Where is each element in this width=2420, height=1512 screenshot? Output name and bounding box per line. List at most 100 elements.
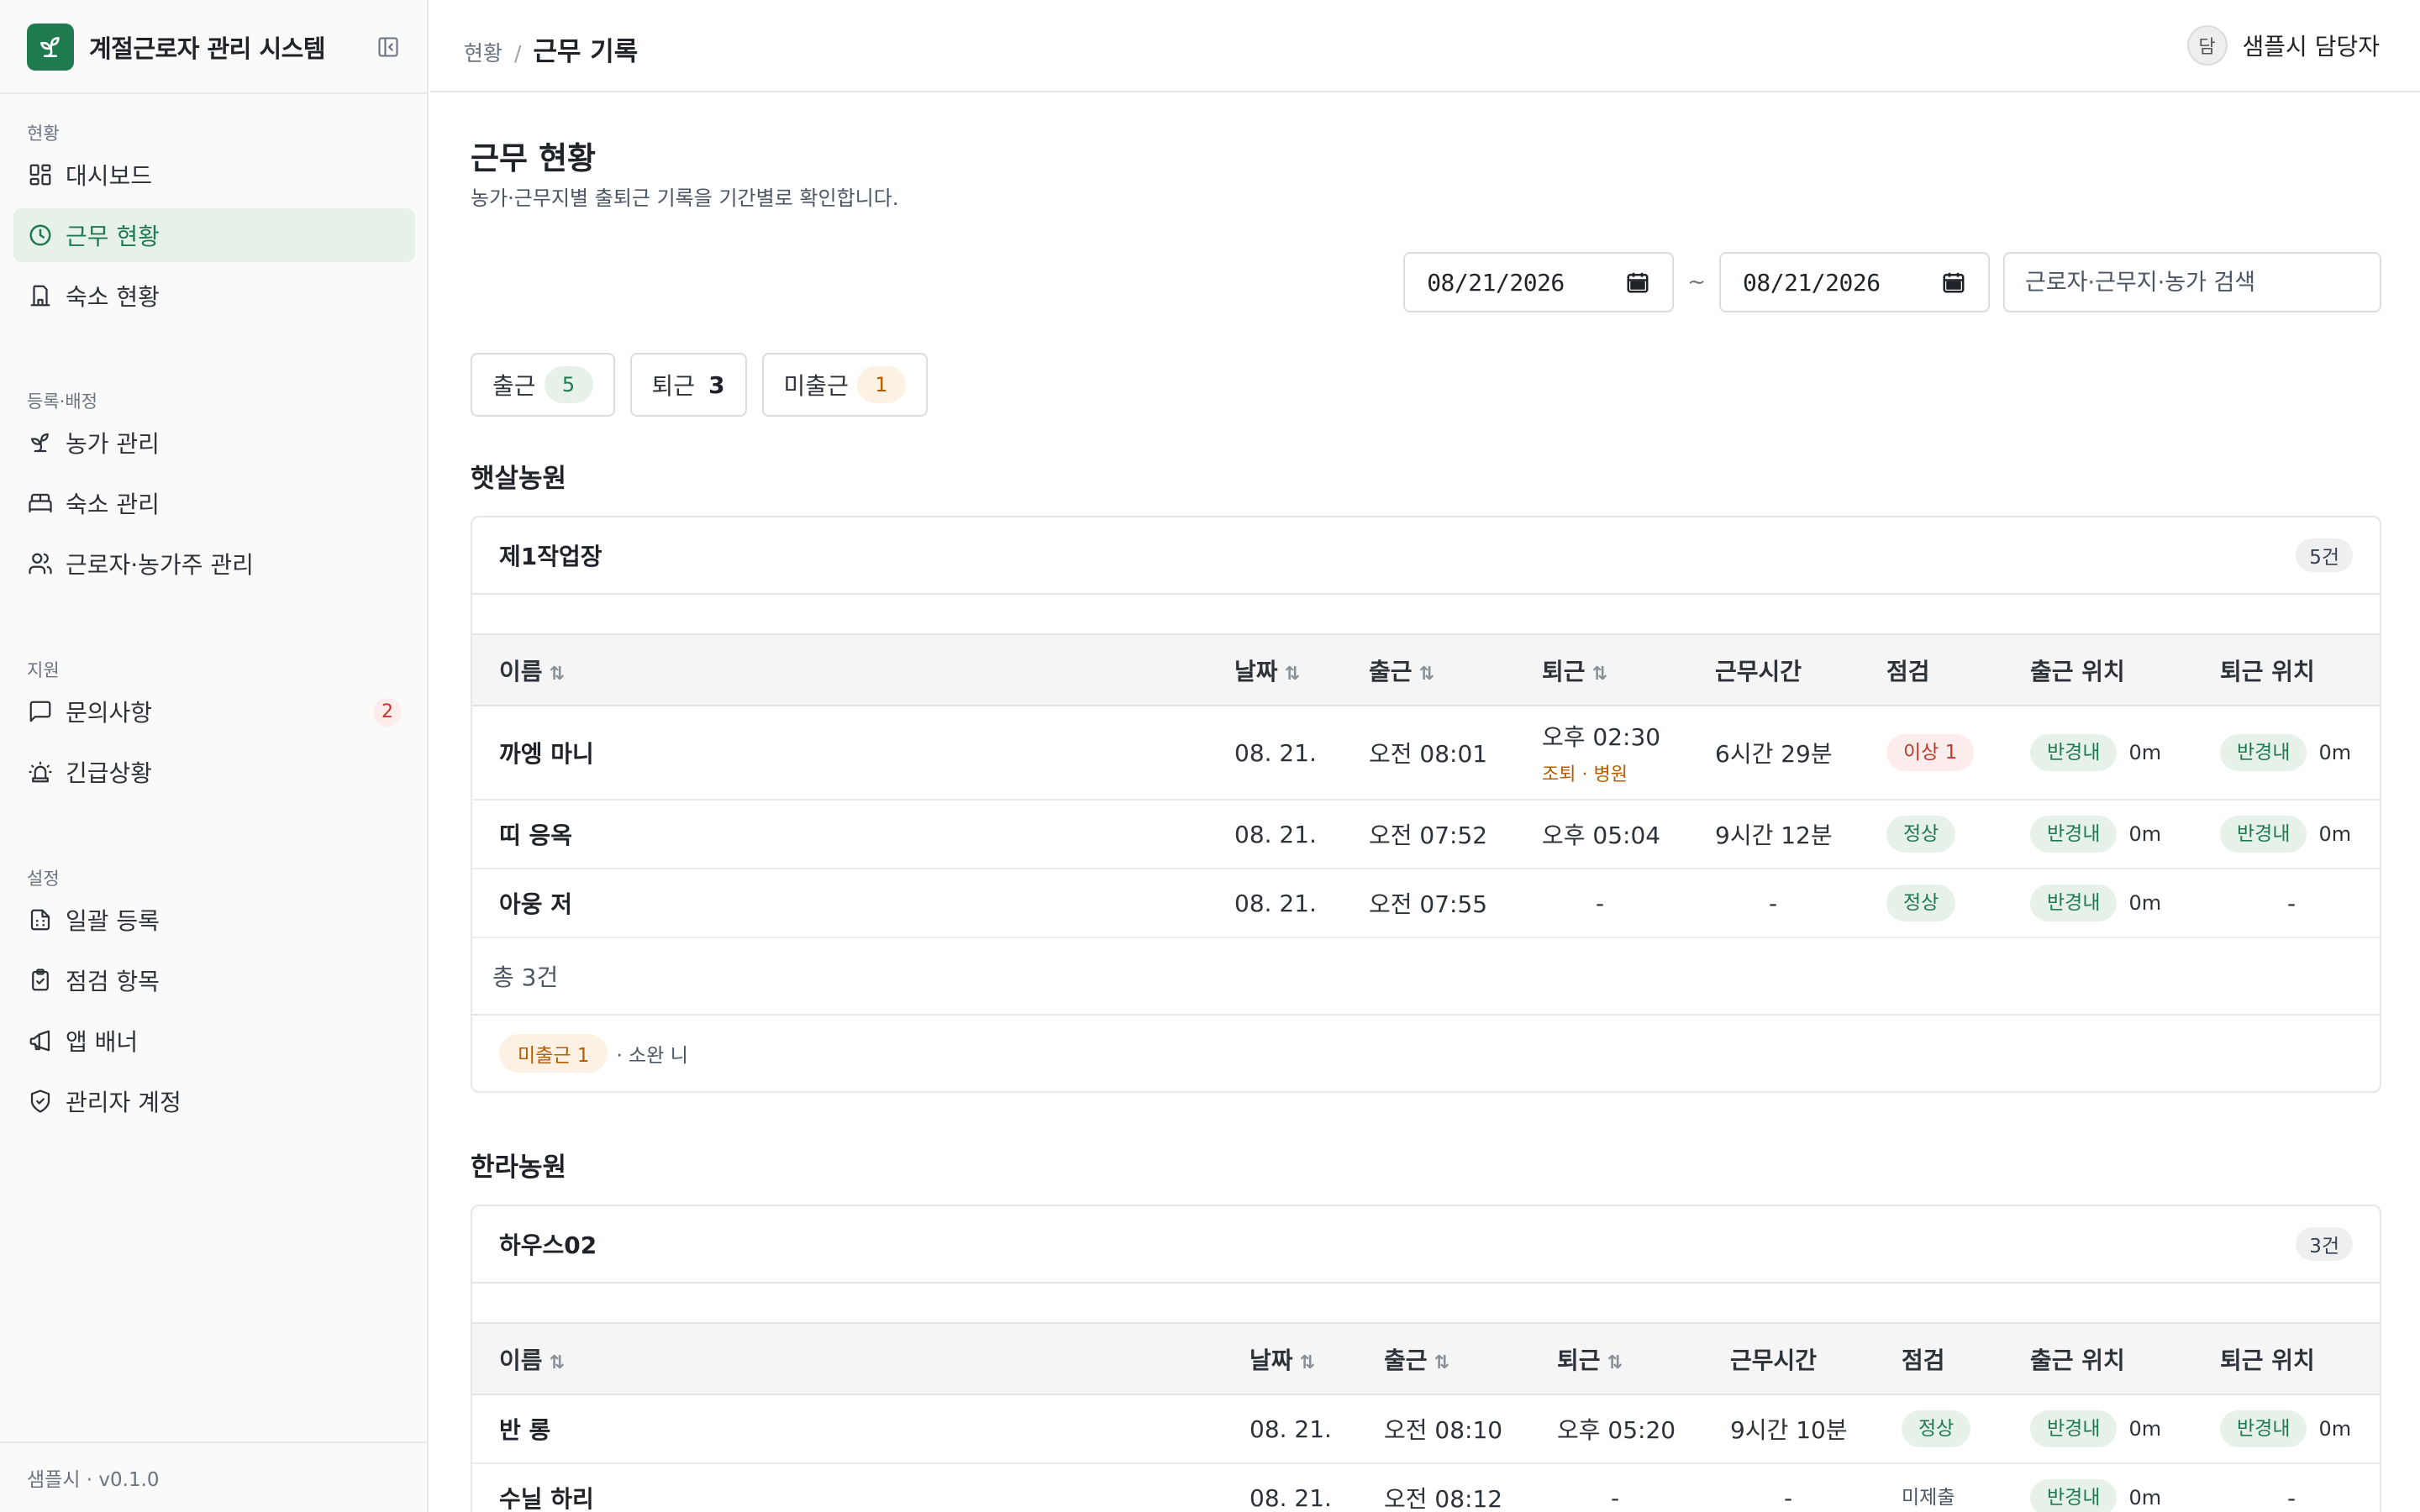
column-header-date[interactable]: 날짜 ⇅ [1234,635,1369,706]
sidebar-item-label: 숙소 현황 [66,283,160,311]
in-radius-badge: 반경내 [2030,1410,2118,1447]
sidebar-item-emergency[interactable]: 긴급상황 [13,745,415,799]
in-radius-badge: 반경내 [2030,734,2118,771]
inspection-cell: 정상 [1902,1394,2030,1464]
checkout-location-cell: 반경내 0m [2220,1394,2380,1464]
worksite-name: 제1작업장 [499,543,602,570]
sidebar-item-inquiries[interactable]: 문의사항 2 [13,685,415,738]
checkout-time: 오후 02:30 [1542,723,1661,751]
breadcrumb-separator: / [514,41,522,66]
inquiry-count-badge: 2 [373,698,402,727]
section-label: 지원 [27,660,60,680]
table-row[interactable]: 까엥 마니 08. 21. 오전 08:01 오후 02:30 조퇴 · 병원 … [472,706,2380,801]
sidebar-item-label: 농가 관리 [66,430,160,458]
sort-icon[interactable]: ⇅ [1300,1352,1315,1373]
column-header-checkout[interactable]: 퇴근 ⇅ [1557,1324,1730,1395]
column-header-hours: 근무시간 [1715,635,1886,706]
sidebar-collapse-button[interactable] [375,34,402,60]
main-content: 근무 현황 농가·근무지별 출퇴근 기록을 기간별로 확인합니다. 08/21/… [471,94,2381,1512]
hours-cell: - [1730,1463,1902,1512]
search-input[interactable] [2003,252,2381,312]
user-menu[interactable]: 담 샘플시 담당자 [2186,25,2380,66]
worker-name: 수닐 하리 [472,1463,1249,1512]
topbar: 현황 / 근무 기록 담 샘플시 담당자 [430,0,2420,92]
sidebar-item-farms[interactable]: 농가 관리 [13,416,415,470]
column-header-date[interactable]: 날짜 ⇅ [1249,1324,1384,1395]
sort-icon[interactable]: ⇅ [550,1352,565,1373]
sidebar-item-app-banner[interactable]: 앱 배너 [13,1014,415,1068]
sort-icon[interactable]: ⇅ [550,664,565,685]
checkin-cell: 오전 08:12 [1384,1463,1557,1512]
spreadsheet-icon [27,906,54,933]
page-title: 근무 현황 [471,140,597,176]
column-header-inspection: 점검 [1902,1324,2030,1395]
table-row[interactable]: 띠 응옥 08. 21. 오전 07:52 오후 05:04 9시간 12분 정… [472,800,2380,869]
sidebar-item-housing[interactable]: 숙소 관리 [13,476,415,530]
brand: 계절근로자 관리 시스템 [27,22,402,72]
column-header-checkin[interactable]: 출근 ⇅ [1369,635,1542,706]
dashboard-icon [27,161,54,188]
in-radius-badge: 반경내 [2220,816,2307,853]
column-header-checkin-location: 출근 위치 [2030,1324,2220,1395]
sort-icon[interactable]: ⇅ [1434,1352,1449,1373]
sidebar-item-admin-accounts[interactable]: 관리자 계정 [13,1074,415,1128]
card-spacer [472,1284,2380,1324]
table-row[interactable]: 아웅 저 08. 21. 오전 07:55 - - 정상 반경내 0m - [472,869,2380,938]
filter-chip-absent[interactable]: 미출근 1 [761,353,928,417]
hours-cell: 9시간 12분 [1715,800,1886,869]
end-date-field[interactable]: 08/21/2026 [1719,252,1990,312]
table-row[interactable]: 수닐 하리 08. 21. 오전 08:12 - - 미제출 반경내 0m - [472,1463,2380,1512]
nav-section-settings: 설정 일괄 등록 점검 항목 앱 배너 관리자 계정 [13,864,415,1135]
inspection-cell: 미제출 [1902,1463,2030,1512]
column-header-checkin[interactable]: 출근 ⇅ [1384,1324,1557,1395]
column-header-checkin-location: 출근 위치 [2030,635,2220,706]
inspection-cell: 정상 [1886,869,2030,938]
checkin-location-cell: 반경내 0m [2030,1463,2220,1512]
filter-chip-checkin[interactable]: 출근 5 [471,353,615,417]
brand-divider [0,92,429,94]
sidebar-item-work-status[interactable]: 근무 현황 [13,208,415,262]
shield-check-icon [27,1088,54,1115]
table-row[interactable]: 반 롱 08. 21. 오전 08:10 오후 05:20 9시간 10분 정상… [472,1394,2380,1464]
start-date-field[interactable]: 08/21/2026 [1403,252,1675,312]
sidebar-item-inspection-items[interactable]: 점검 항목 [13,953,415,1007]
filter-chip-checkout[interactable]: 퇴근 3 [629,353,747,417]
sidebar-item-housing-status[interactable]: 숙소 현황 [13,269,415,323]
sidebar-item-dashboard[interactable]: 대시보드 [13,148,415,202]
inspection-ok-badge[interactable]: 정상 [1886,816,1956,853]
inspection-ok-badge[interactable]: 정상 [1886,885,1956,921]
sidebar-item-label: 일괄 등록 [66,907,160,935]
bed-icon [27,490,54,517]
checkout-cell: 오후 02:30 조퇴 · 병원 [1542,706,1715,801]
in-radius-badge: 반경내 [2030,1479,2118,1512]
inspection-issue-badge[interactable]: 이상 1 [1886,734,1975,771]
worker-name: 아웅 저 [472,869,1234,938]
clipboard-check-icon [27,967,54,994]
hours-cell: - [1715,869,1886,938]
sidebar-item-label: 근로자·농가주 관리 [66,551,254,579]
inspection-cell: 정상 [1886,800,2030,869]
checkin-location-cell: 반경내 0m [2030,706,2220,801]
column-header-checkout[interactable]: 퇴근 ⇅ [1542,635,1715,706]
sidebar-item-label: 근무 현황 [66,223,160,250]
column-header-name[interactable]: 이름 ⇅ [472,635,1234,706]
column-header-name[interactable]: 이름 ⇅ [472,1324,1249,1395]
filter-bar: 08/21/2026 ~ 08/21/2026 [1403,252,2381,312]
worksite-count-badge: 3건 [2296,1227,2353,1261]
message-icon [27,698,54,725]
sort-icon[interactable]: ⇅ [1285,664,1300,685]
sidebar-item-bulk-register[interactable]: 일괄 등록 [13,893,415,947]
sidebar-item-workers[interactable]: 근로자·농가주 관리 [13,537,415,591]
sort-icon[interactable]: ⇅ [1607,1352,1623,1373]
in-radius-badge: 반경내 [2030,885,2118,921]
sort-icon[interactable]: ⇅ [1419,664,1434,685]
sort-icon[interactable]: ⇅ [1592,664,1607,685]
breadcrumb-parent-link[interactable]: 현황 [464,37,502,67]
calendar-icon [1943,272,1965,293]
worksite-card: 제1작업장 5건 이름 ⇅ 날짜 ⇅ 출근 ⇅ 퇴근 ⇅ 근무시간 점검 출근 위치 퇴… [471,516,2381,1093]
attendance-table: 이름 ⇅ 날짜 ⇅ 출근 ⇅ 퇴근 ⇅ 근무시간 점검 출근 위치 퇴근 위치 반 롱 … [472,1324,2380,1512]
table-total: 총 3건 [472,938,2380,1016]
chip-label: 출근 [492,372,536,400]
date-cell: 08. 21. [1249,1463,1384,1512]
inspection-ok-badge[interactable]: 정상 [1902,1410,1971,1447]
